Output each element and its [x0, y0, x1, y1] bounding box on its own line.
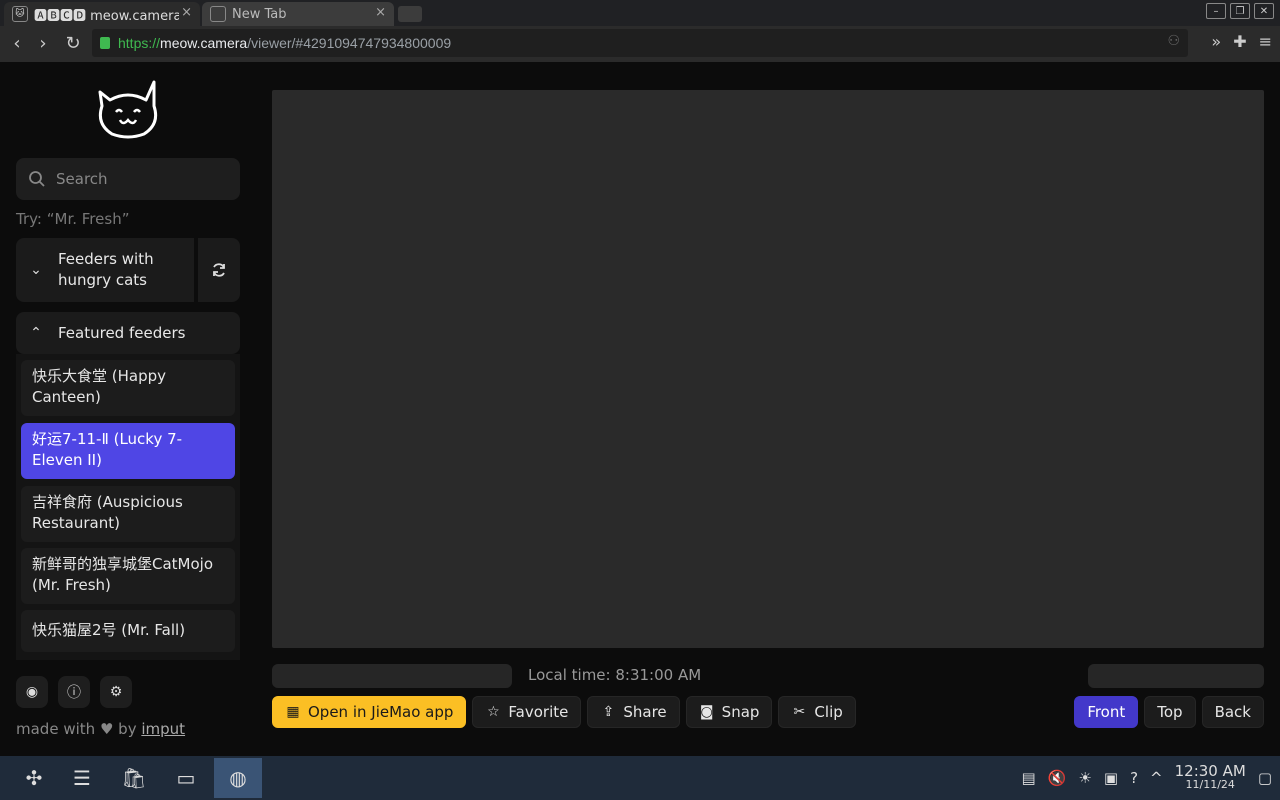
chevron-up-icon[interactable]: ^ — [1150, 769, 1163, 787]
gear-icon[interactable]: ⚙ — [100, 676, 132, 708]
restore-button[interactable]: ❐ — [1230, 3, 1250, 19]
chevron-down-icon: ⌄ — [30, 262, 42, 278]
puzzle-icon[interactable]: ✚ — [1233, 32, 1246, 51]
list-item[interactable]: 快乐猫屋2号 (Mr. Fall) — [21, 610, 235, 652]
clip-button[interactable]: ✂ Clip — [778, 696, 856, 728]
list-item[interactable]: 新鲜哥的独享城堡CatMojo (Mr. Fresh) — [21, 548, 235, 604]
help-icon[interactable]: ? — [1130, 769, 1138, 787]
os-taskbar: ✣ ☰ 🛍 ▭ ◍ ▤ 🔇 ☀ ▣ ? ^ 12:30 AM 11/11/24 … — [0, 756, 1280, 800]
brightness-icon[interactable]: ☀ — [1078, 769, 1091, 787]
made-with-credit: made with ♥ by imput — [16, 720, 186, 738]
address-bar[interactable]: https://meow.camera/viewer/#429109474793… — [92, 29, 1188, 57]
reload-icon[interactable]: ↻ — [62, 32, 84, 54]
folder-icon[interactable]: ▭ — [162, 758, 210, 798]
share-button[interactable]: ⇪ Share — [587, 696, 680, 728]
search-icon — [29, 171, 45, 187]
url-text: https://meow.camera/viewer/#429109474793… — [118, 35, 452, 51]
close-icon[interactable]: × — [375, 5, 386, 20]
action-bar: ▦ Open in JieMao app ☆ Favorite ⇪ Share … — [272, 696, 856, 728]
cat-logo-icon — [98, 80, 158, 139]
tab-title: New Tab — [232, 6, 287, 22]
refresh-icon — [213, 263, 225, 277]
close-window-button[interactable]: ✕ — [1254, 3, 1274, 19]
tab-title: 🅰🅱🅲🅳 meow.camera — [34, 8, 179, 24]
show-desktop-icon[interactable]: ▢ — [1258, 769, 1272, 787]
sidebar-icon-row: ◉ ⓘ ⚙ — [16, 676, 132, 708]
favorite-button[interactable]: ☆ Favorite — [472, 696, 582, 728]
save-icon[interactable]: ▣ — [1104, 769, 1118, 787]
settings-sliders-icon[interactable]: ☰ — [58, 758, 106, 798]
cat-favicon-icon: 🐱 — [12, 6, 28, 22]
search-box[interactable] — [16, 158, 240, 200]
camera-icon: ◙ — [699, 704, 714, 720]
group-label: Feeders with hungry cats — [58, 250, 154, 289]
system-tray: ▤ 🔇 ☀ ▣ ? ^ 12:30 AM 11/11/24 ▢ — [1022, 756, 1272, 800]
scissors-icon: ✂ — [793, 704, 806, 720]
chevron-more-icon[interactable]: » — [1211, 32, 1221, 51]
video-feed[interactable] — [272, 90, 1264, 648]
volume-muted-icon[interactable]: 🔇 — [1048, 769, 1067, 787]
star-icon: ☆ — [487, 704, 500, 720]
feeder-list: 快乐大食堂 (Happy Canteen) 好运7-11-Ⅱ (Lucky 7-… — [16, 354, 240, 660]
back-arrow-icon[interactable]: ‹ — [6, 32, 28, 54]
snap-button[interactable]: ◙ Snap — [685, 696, 773, 728]
view-back-button[interactable]: Back — [1201, 696, 1264, 728]
group-hungry-feeders[interactable]: ⌄ Feeders with hungry cats — [16, 238, 194, 302]
feeder-name-placeholder — [272, 664, 512, 688]
tab-new-tab[interactable]: New Tab × — [202, 2, 394, 26]
minimize-button[interactable]: – — [1206, 3, 1226, 19]
browser-toolbar: ‹ › ↻ https://meow.camera/viewer/#429109… — [0, 26, 1280, 62]
list-item[interactable]: 吉祥食府 (Auspicious Restaurant) — [21, 486, 235, 542]
tab-strip: 🐱 🅰🅱🅲🅳 meow.camera × New Tab × – ❐ ✕ — [0, 0, 1280, 26]
heart-icon: ♥ — [99, 720, 114, 738]
list-item[interactable]: 快乐大食堂 (Happy Canteen) — [21, 360, 235, 416]
menu-icon[interactable]: ≡ — [1259, 32, 1272, 51]
view-front-button[interactable]: Front — [1074, 696, 1139, 728]
refresh-button[interactable] — [198, 238, 240, 302]
group-featured-feeders[interactable]: ⌃ Featured feeders — [16, 312, 240, 354]
list-item-selected[interactable]: 好运7-11-Ⅱ (Lucky 7-Eleven II) — [21, 423, 235, 479]
close-icon[interactable]: × — [181, 5, 192, 20]
page-favicon-icon — [210, 6, 226, 22]
forward-arrow-icon[interactable]: › — [32, 32, 54, 54]
toolbar-right: » ✚ ≡ — [1211, 32, 1272, 51]
view-top-button[interactable]: Top — [1144, 696, 1196, 728]
sidebar: Try: “Mr. Fresh” ⌄ Feeders with hungry c… — [0, 62, 256, 756]
clipboard-icon[interactable]: ▤ — [1022, 769, 1036, 787]
window-controls: – ❐ ✕ — [1206, 3, 1274, 19]
chevron-up-icon: ⌃ — [30, 325, 42, 341]
status-placeholder — [1088, 664, 1264, 688]
tab-meow-camera[interactable]: 🐱 🅰🅱🅲🅳 meow.camera × — [4, 2, 200, 26]
qr-icon: ▦ — [286, 704, 300, 720]
browser-chrome: 🐱 🅰🅱🅲🅳 meow.camera × New Tab × – ❐ ✕ ‹ ›… — [0, 0, 1280, 62]
clock[interactable]: 12:30 AM 11/11/24 — [1175, 764, 1246, 792]
group-label: Featured feeders — [58, 323, 186, 342]
search-hint: Try: “Mr. Fresh” — [16, 210, 130, 228]
new-tab-button[interactable] — [398, 6, 422, 22]
share-icon: ⇪ — [602, 704, 615, 720]
app-launcher-icon[interactable]: ✣ — [10, 758, 58, 798]
author-link[interactable]: imput — [141, 720, 185, 738]
info-icon[interactable]: ⓘ — [58, 676, 90, 708]
lock-icon — [100, 37, 110, 49]
local-time: Local time: 8:31:00 AM — [528, 666, 702, 684]
discord-icon[interactable]: ◉ — [16, 676, 48, 708]
store-icon[interactable]: 🛍 — [110, 758, 158, 798]
page: Try: “Mr. Fresh” ⌄ Feeders with hungry c… — [0, 62, 1280, 756]
open-in-app-button[interactable]: ▦ Open in JieMao app — [272, 696, 467, 728]
search-input[interactable] — [56, 170, 226, 188]
firefox-icon[interactable]: ◍ — [214, 758, 262, 798]
camera-view-switch: Front Top Back — [1074, 696, 1264, 728]
extension-icon[interactable]: ⚇ — [1167, 33, 1180, 49]
